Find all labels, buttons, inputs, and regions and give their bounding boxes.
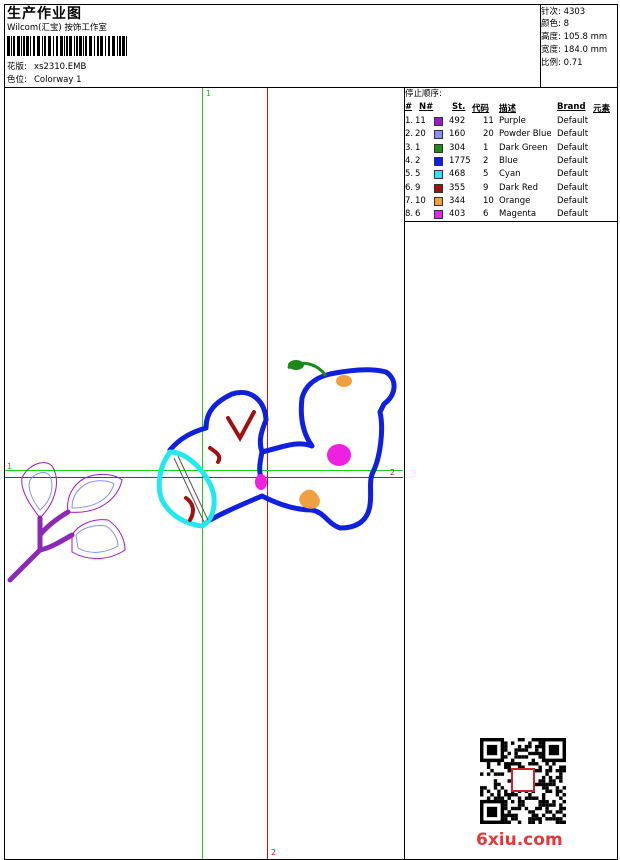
seal-stamp	[511, 768, 535, 792]
watermark-logo: 6xiu.com	[476, 830, 563, 850]
orange-drop	[299, 489, 320, 509]
orange-dot-top	[336, 375, 352, 387]
magenta-dot-large	[327, 444, 351, 466]
embroidery-design	[7, 360, 397, 583]
green-leaf	[288, 360, 304, 370]
magenta-dot-small	[255, 474, 267, 490]
purple-branch	[7, 462, 126, 583]
blue-body	[167, 367, 397, 531]
